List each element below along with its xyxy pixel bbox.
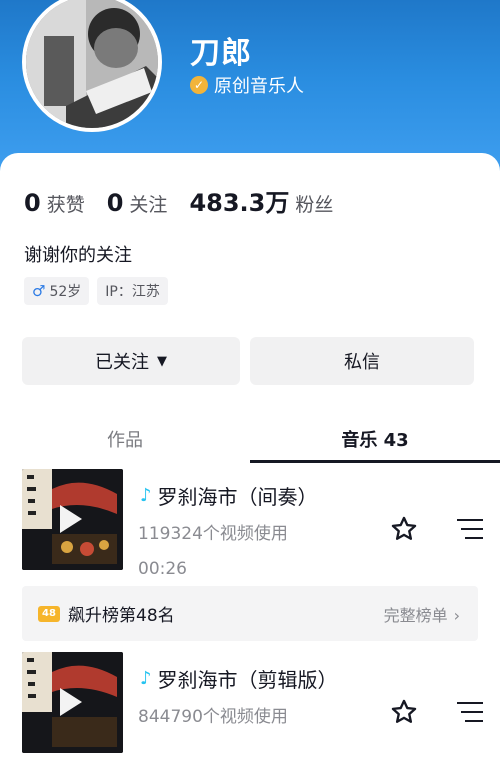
chevron-right-icon: › bbox=[453, 605, 460, 625]
full-chart-link[interactable]: 完整榜单 › bbox=[384, 602, 460, 626]
verified-icon: ✓ bbox=[190, 76, 208, 94]
full-chart-label: 完整榜单 bbox=[383, 605, 448, 625]
menu-icon[interactable] bbox=[457, 519, 483, 541]
age-tag: ♂ 52岁 bbox=[24, 277, 90, 305]
star-icon[interactable] bbox=[390, 515, 418, 543]
stat-following[interactable]: 0 关注 bbox=[107, 189, 168, 217]
message-button-label: 私信 bbox=[344, 352, 380, 373]
stat-value: 0 bbox=[24, 189, 41, 217]
music-note-icon: ♪ bbox=[140, 485, 152, 506]
track-title[interactable]: ♪ 罗刹海市（剪辑版） bbox=[140, 664, 338, 693]
profile-tags: ♂ 52岁 IP：江苏 bbox=[24, 277, 176, 305]
profile-stats: 0 获赞 0 关注 483.3万 粉丝 bbox=[24, 183, 355, 218]
chart-rank-text: 飙升榜第48名 bbox=[68, 606, 175, 626]
tab-music[interactable]: 音乐 43 bbox=[250, 415, 500, 463]
follow-button-label: 已关注 bbox=[95, 352, 149, 373]
track-title[interactable]: ♪ 罗刹海市（间奏） bbox=[140, 481, 318, 510]
tab-works[interactable]: 作品 bbox=[0, 415, 250, 463]
verified-label: 原创音乐人 bbox=[214, 76, 304, 97]
ip-label: IP：江苏 bbox=[105, 284, 160, 300]
track-duration: 00:26 bbox=[138, 559, 187, 579]
message-button[interactable]: 私信 bbox=[250, 337, 474, 385]
profile-tabs: 作品 音乐 43 bbox=[0, 415, 500, 463]
verified-badge: ✓ 原创音乐人 bbox=[190, 72, 304, 98]
profile-bio: 谢谢你的关注 bbox=[24, 245, 132, 266]
music-list-item[interactable]: ♪ 罗刹海市（间奏） 119324个视频使用 00:26 bbox=[0, 469, 500, 579]
track-usage: 119324个视频使用 bbox=[138, 524, 288, 544]
star-icon[interactable] bbox=[390, 698, 418, 726]
track-usage: 844790个视频使用 bbox=[138, 707, 288, 727]
ip-tag: IP：江苏 bbox=[97, 277, 168, 305]
avatar[interactable] bbox=[22, 0, 162, 132]
caret-down-icon: ▼ bbox=[157, 353, 167, 369]
stat-followers[interactable]: 483.3万 粉丝 bbox=[189, 183, 333, 218]
music-note-icon: ♪ bbox=[140, 668, 152, 689]
track-title-text: 罗刹海市（剪辑版） bbox=[157, 668, 338, 692]
stat-label: 粉丝 bbox=[295, 194, 334, 216]
profile-header: 刀郎 ✓ 原创音乐人 bbox=[0, 0, 500, 175]
age-label: 52岁 bbox=[49, 284, 82, 300]
chart-rank-bar[interactable]: 48 飙升榜第48名 完整榜单 › bbox=[22, 586, 478, 641]
profile-name: 刀郎 bbox=[190, 36, 252, 71]
play-icon[interactable] bbox=[60, 688, 82, 716]
track-cover[interactable] bbox=[22, 469, 123, 570]
stat-value: 0 bbox=[106, 189, 124, 217]
rank-badge: 48 bbox=[38, 605, 60, 622]
follow-button[interactable]: 已关注 ▼ bbox=[22, 337, 240, 385]
stat-value: 483.3万 bbox=[189, 189, 290, 217]
music-list-item[interactable]: ♪ 罗刹海市（剪辑版） 844790个视频使用 bbox=[0, 652, 500, 762]
tab-active-indicator bbox=[250, 460, 500, 463]
stat-label: 关注 bbox=[129, 194, 168, 216]
track-cover[interactable] bbox=[22, 652, 123, 753]
menu-icon[interactable] bbox=[457, 702, 483, 724]
avatar-photo bbox=[26, 0, 158, 128]
play-icon[interactable] bbox=[60, 505, 82, 533]
track-title-text: 罗刹海市（间奏） bbox=[157, 485, 318, 509]
stat-likes[interactable]: 0 获赞 bbox=[24, 189, 85, 217]
male-icon: ♂ bbox=[32, 282, 46, 300]
stat-label: 获赞 bbox=[46, 194, 85, 216]
